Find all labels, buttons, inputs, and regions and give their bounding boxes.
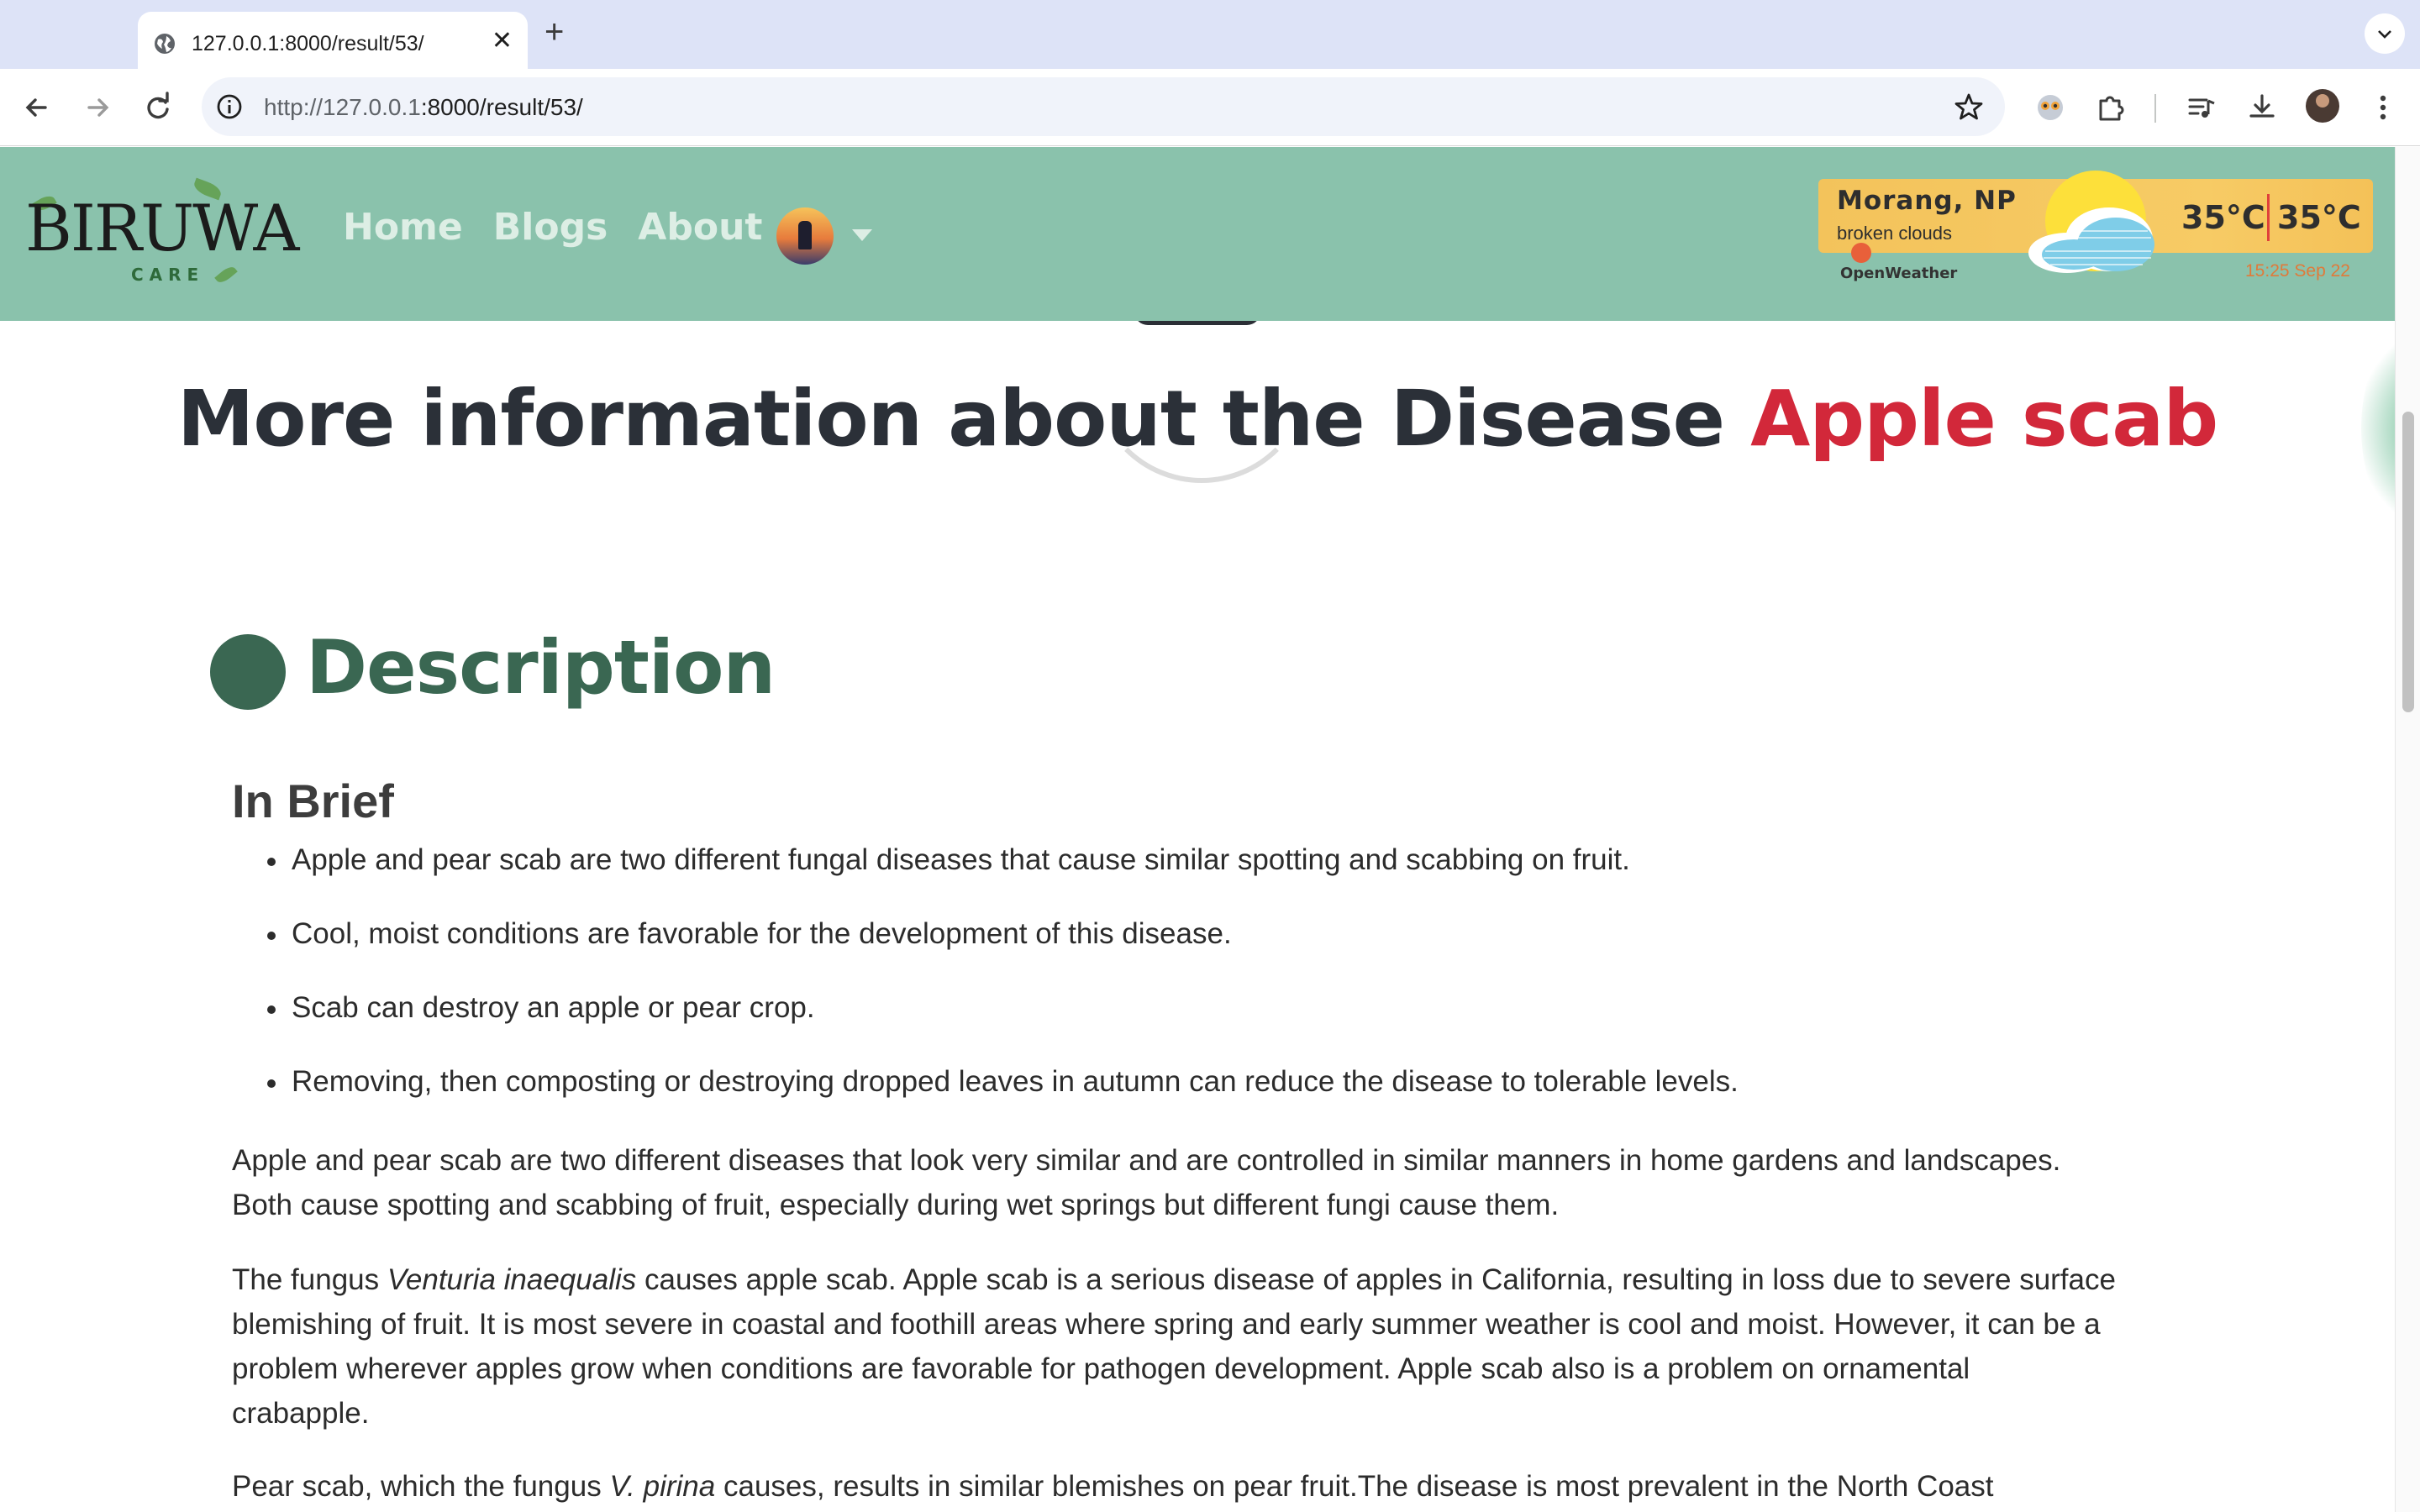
openweather-logo-icon — [1851, 243, 1871, 263]
cloud-icon — [2028, 207, 2154, 273]
toolbar-separator — [2154, 94, 2156, 123]
reload-icon[interactable] — [139, 89, 176, 126]
text-fragment: The fungus — [232, 1263, 387, 1296]
extension-avatar-icon[interactable] — [2032, 89, 2069, 126]
text-fragment: causes, results in similar blemishes on … — [715, 1470, 1994, 1503]
browser-tabstrip: 127.0.0.1:8000/result/53/ ✕ + — [0, 0, 2420, 69]
paragraph-line: blemishing of fruit. It is most severe i… — [232, 1308, 2101, 1341]
back-arrow-icon[interactable] — [18, 89, 55, 126]
site-navbar: BIRUWA CARE Home Blogs About Morang, NP … — [0, 147, 2395, 321]
disease-name: Apple scab — [1750, 374, 2218, 464]
list-item: Scab can destroy an apple or pear crop. — [267, 989, 2203, 1063]
site-logo[interactable]: BIRUWA CARE — [25, 177, 302, 293]
text-fragment: causes apple scab. Apple scab is a serio… — [636, 1263, 2116, 1296]
url-host: http://127.0.0.1 — [264, 94, 421, 120]
forward-arrow-icon[interactable] — [79, 89, 116, 126]
tab-search-button[interactable] — [2365, 13, 2405, 54]
paragraph-line: The fungus Venturia inaequalis causes ap… — [232, 1257, 2165, 1302]
text-fragment: Pear scab, which the fungus — [232, 1470, 610, 1503]
bookmark-star-icon[interactable] — [1953, 91, 1985, 123]
scrollbar-thumb[interactable] — [2402, 412, 2414, 712]
logo-subtext: CARE — [131, 265, 205, 285]
site-info-icon[interactable] — [215, 92, 244, 121]
address-bar[interactable]: http://127.0.0.1:8000/result/53/ — [202, 77, 2005, 136]
list-item: Cool, moist conditions are favorable for… — [267, 915, 2203, 989]
weather-feels-like: 35°C — [2277, 199, 2361, 236]
globe-icon — [155, 34, 175, 54]
user-menu-caret-icon[interactable] — [852, 229, 872, 241]
close-tab-icon[interactable]: ✕ — [492, 29, 513, 54]
paragraph-intro: Apple and pear scab are two different di… — [232, 1138, 2165, 1227]
weather-city: Morang, NP — [1837, 186, 2017, 216]
weather-divider — [2267, 194, 2270, 241]
extensions-puzzle-icon[interactable] — [2092, 89, 2129, 126]
user-avatar[interactable] — [776, 207, 834, 265]
weather-temperature: 35°C — [2181, 199, 2265, 236]
url-text[interactable]: http://127.0.0.1:8000/result/53/ — [264, 94, 583, 121]
page-viewport: BIRUWA CARE Home Blogs About Morang, NP … — [0, 147, 2420, 1512]
logo-text: BIRUWA — [25, 191, 299, 265]
chevron-down-icon — [2378, 30, 2391, 39]
list-item: Removing, then composting or destroying … — [267, 1063, 2203, 1137]
browser-toolbar: http://127.0.0.1:8000/result/53/ — [0, 69, 2420, 146]
paragraph-line: problem wherever apples grow when condit… — [232, 1352, 1970, 1385]
paragraph-apple-scab: The fungus Venturia inaequalis causes ap… — [232, 1257, 2165, 1436]
main-nav: Home Blogs About — [343, 206, 762, 249]
page-title-prefix: More information about the Disease — [176, 374, 1751, 464]
paragraph-line: Pear scab, which the fungus V. pirina ca… — [232, 1464, 2165, 1509]
profile-avatar[interactable] — [2306, 89, 2339, 123]
page-scrollbar[interactable] — [2395, 147, 2420, 1512]
paragraph-line: crabapple. — [232, 1397, 370, 1430]
url-path: :8000/result/53/ — [420, 94, 583, 120]
new-tab-button[interactable]: + — [544, 15, 564, 49]
nav-blogs-link[interactable]: Blogs — [493, 206, 608, 249]
weather-provider[interactable]: OpenWeather — [1840, 265, 1957, 282]
nav-home-link[interactable]: Home — [343, 206, 463, 249]
species-name: Venturia inaequalis — [387, 1263, 637, 1296]
paragraph-line: Both cause spotting and scabbing of frui… — [232, 1189, 1560, 1221]
list-item: Apple and pear scab are two different fu… — [267, 841, 2203, 915]
section-bullet-icon — [210, 634, 286, 710]
download-icon[interactable] — [2244, 89, 2281, 126]
page-title: More information about the Disease Apple… — [0, 374, 2395, 464]
section-title-description: Description — [306, 624, 776, 711]
weather-widget: Morang, NP broken clouds 35°C 35°C — [1818, 171, 2373, 273]
media-controls-icon[interactable] — [2183, 89, 2220, 126]
weather-description: broken clouds — [1837, 223, 1952, 244]
brief-list: Apple and pear scab are two different fu… — [267, 841, 2203, 1137]
nav-about-link[interactable]: About — [638, 206, 762, 249]
weather-time: 15:25 Sep 22 — [2245, 261, 2350, 281]
tab-title: 127.0.0.1:8000/result/53/ — [192, 32, 424, 55]
paragraph-pear-scab: Pear scab, which the fungus V. pirina ca… — [232, 1464, 2165, 1509]
leaf-decoration — [214, 264, 238, 286]
subsection-title: In Brief — [232, 774, 394, 827]
kebab-menu-icon[interactable] — [2365, 89, 2402, 126]
paragraph-line: Apple and pear scab are two different di… — [232, 1144, 2061, 1177]
browser-tab[interactable]: 127.0.0.1:8000/result/53/ ✕ — [138, 12, 528, 69]
species-name: V. pirina — [609, 1470, 716, 1503]
